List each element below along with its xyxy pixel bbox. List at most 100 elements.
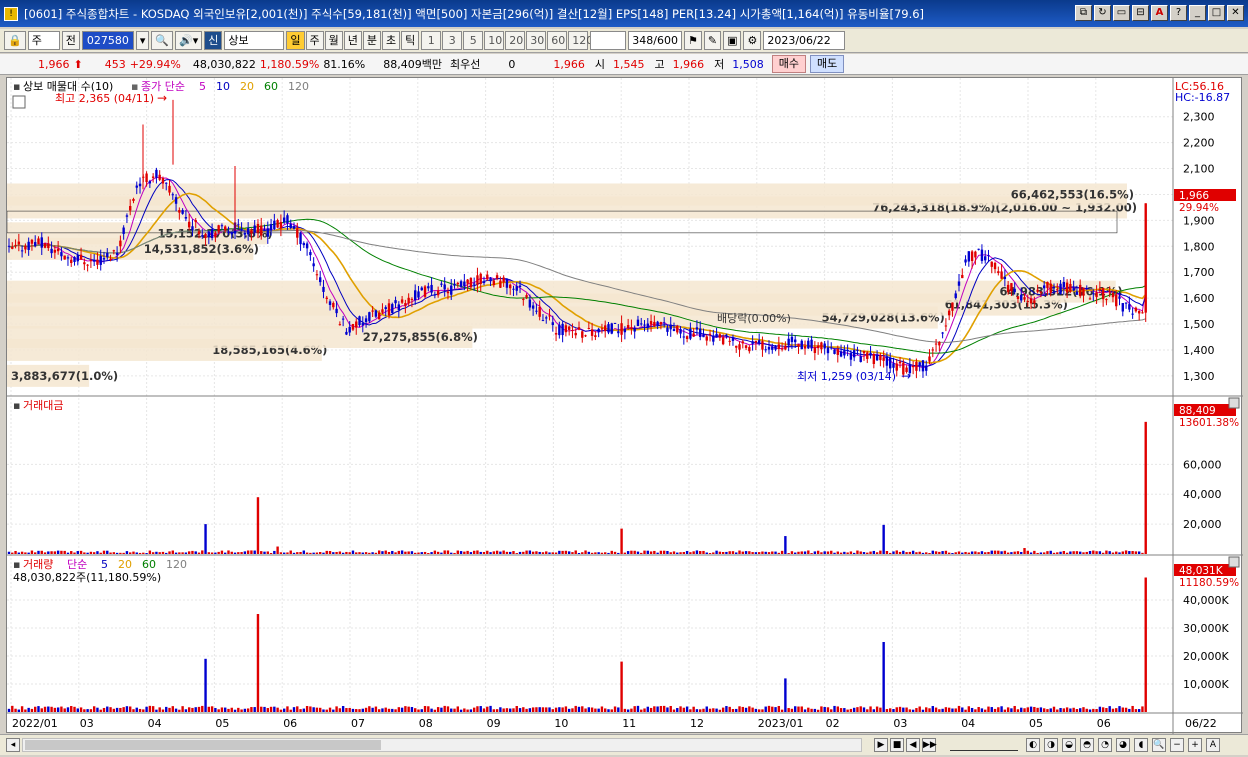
tab-3[interactable]: 년 [343,31,362,50]
volume-bar [115,707,119,712]
volume-legend-name[interactable]: 거래량 [23,558,53,571]
amount-bar [145,553,148,554]
volume-bar [1095,708,1098,712]
tool-g-icon[interactable]: ◖ [1134,738,1148,752]
interval-10[interactable]: 10 [484,31,505,50]
stop-icon[interactable]: ■ [890,738,904,752]
volume-ma-legend-20[interactable]: 20 [118,558,132,571]
amount-bar [17,552,21,554]
scrollbar[interactable] [22,738,862,752]
amount-bar [269,553,273,554]
volume-bar [1098,706,1102,712]
scroll-left-icon[interactable]: ◂ [6,738,20,752]
candle-body [410,298,414,300]
volume-bar [325,709,328,712]
date-input[interactable]: 2023/06/22 [763,31,846,50]
candle-body [600,328,604,330]
speaker-icon[interactable]: 🔊▾ [175,31,203,50]
tab-1[interactable]: 주 [305,31,324,50]
ma-legend-120[interactable]: 120 [288,80,309,93]
candle-body [617,331,620,334]
volume-bar [361,708,364,712]
stock-name-field[interactable]: 상보 [224,31,285,50]
interval-60[interactable]: 60 [547,31,568,50]
tool-a-icon[interactable]: ◐ [1026,738,1040,752]
tool-icon-1[interactable]: ⚑ [683,31,702,50]
prev-button[interactable]: 전 [61,31,80,50]
interval-30[interactable]: 30 [526,31,547,50]
interval-20[interactable]: 20 [505,31,526,50]
font-icon[interactable]: A [1151,5,1168,21]
ma-legend-20[interactable]: 20 [240,80,254,93]
interval-1[interactable]: 1 [421,31,442,50]
zoom-out-icon[interactable]: − [1170,738,1184,752]
ma-legend-60[interactable]: 60 [264,80,278,93]
step-back-icon[interactable]: ◀ [906,738,920,752]
fast-forward-icon[interactable]: ▶▶ [922,738,937,752]
amount-legend-name[interactable]: 거래대금 [23,399,63,412]
grid-toggle-icon[interactable] [12,95,26,109]
tool-d-icon[interactable]: ◓ [1080,738,1094,752]
play-icon[interactable]: ▶ [874,738,888,752]
zoom-in-icon[interactable]: + [1188,738,1202,752]
interval-3[interactable]: 3 [442,31,463,50]
volume-ma-legend-5[interactable]: 5 [101,558,108,571]
tab-2[interactable]: 월 [324,31,343,50]
panel-close-icon[interactable] [1228,397,1240,409]
ma-legend-10[interactable]: 10 [216,80,230,93]
xaxis-label: 05 [1029,717,1043,730]
tool-b-icon[interactable]: ◑ [1044,738,1058,752]
candle-body [551,322,554,326]
stock-code-input[interactable]: 027580 [81,31,134,50]
sell-button[interactable]: 매도 [810,55,845,73]
amount-bar [967,552,971,554]
amount-bar [604,552,607,554]
tool-f-icon[interactable]: ◕ [1116,738,1130,752]
volume-sub: 11180.59% [1179,577,1239,589]
scroll-thumb[interactable] [25,740,381,750]
zoom-slider[interactable] [950,739,1018,751]
candle-body [889,357,892,369]
volume-bar [856,707,859,712]
candle-body [875,355,879,361]
link-icon[interactable]: ⧉ [1075,5,1092,21]
minimize-button[interactable]: _ [1189,5,1206,21]
period-select[interactable]: 주 [27,31,60,50]
tab-5[interactable]: 초 [382,31,401,50]
layout-icon[interactable]: ▭ [1113,5,1130,21]
zoom-search-icon[interactable]: 🔍 [1152,738,1166,752]
interval-5[interactable]: 5 [463,31,484,50]
settings-icon[interactable]: ⚙ [743,31,762,50]
dropdown-icon[interactable]: ▾ [135,31,150,50]
volume-ma-label[interactable]: 단순 [67,558,87,571]
candle-body [371,310,374,312]
panel-close-icon[interactable] [1228,556,1240,568]
font-size-icon[interactable]: A [1206,738,1220,752]
pin-icon[interactable]: ⊟ [1132,5,1149,21]
tool-icon-2[interactable]: ✎ [703,31,722,50]
chart-svg[interactable]: 3,883,677(1.0%)18,585,165(4.6%)27,275,85… [6,78,1243,734]
help-icon[interactable]: ? [1170,5,1187,21]
tab-0[interactable]: 일 [286,31,305,50]
count-field[interactable]: 348/600 [628,31,682,50]
volume-ma-legend-120[interactable]: 120 [166,558,187,571]
buy-button[interactable]: 매수 [771,55,806,73]
chart-area[interactable]: 3,883,677(1.0%) 18,585,165(4.6%) 27,275,85… [6,77,1243,734]
tool-e-icon[interactable]: ◔ [1098,738,1112,752]
search-icon[interactable]: 🔍 [151,31,174,50]
volume-bar [892,709,895,712]
maximize-button[interactable]: □ [1208,5,1225,21]
custom-interval-input[interactable] [590,31,627,50]
volume-bar [961,707,964,712]
ma-legend-5[interactable]: 5 [199,80,206,93]
volume-ma-legend-60[interactable]: 60 [142,558,156,571]
tool-c-icon[interactable]: ◒ [1062,738,1076,752]
interval-120[interactable]: 120 [568,31,593,50]
lock-icon[interactable]: 🔒 [4,31,26,50]
tab-6[interactable]: 틱 [401,31,420,50]
close-button[interactable]: ✕ [1227,5,1244,21]
refresh-icon[interactable]: ↻ [1094,5,1111,21]
save-icon[interactable]: ▣ [723,31,742,50]
candle-body [499,280,502,288]
tab-4[interactable]: 분 [362,31,382,50]
